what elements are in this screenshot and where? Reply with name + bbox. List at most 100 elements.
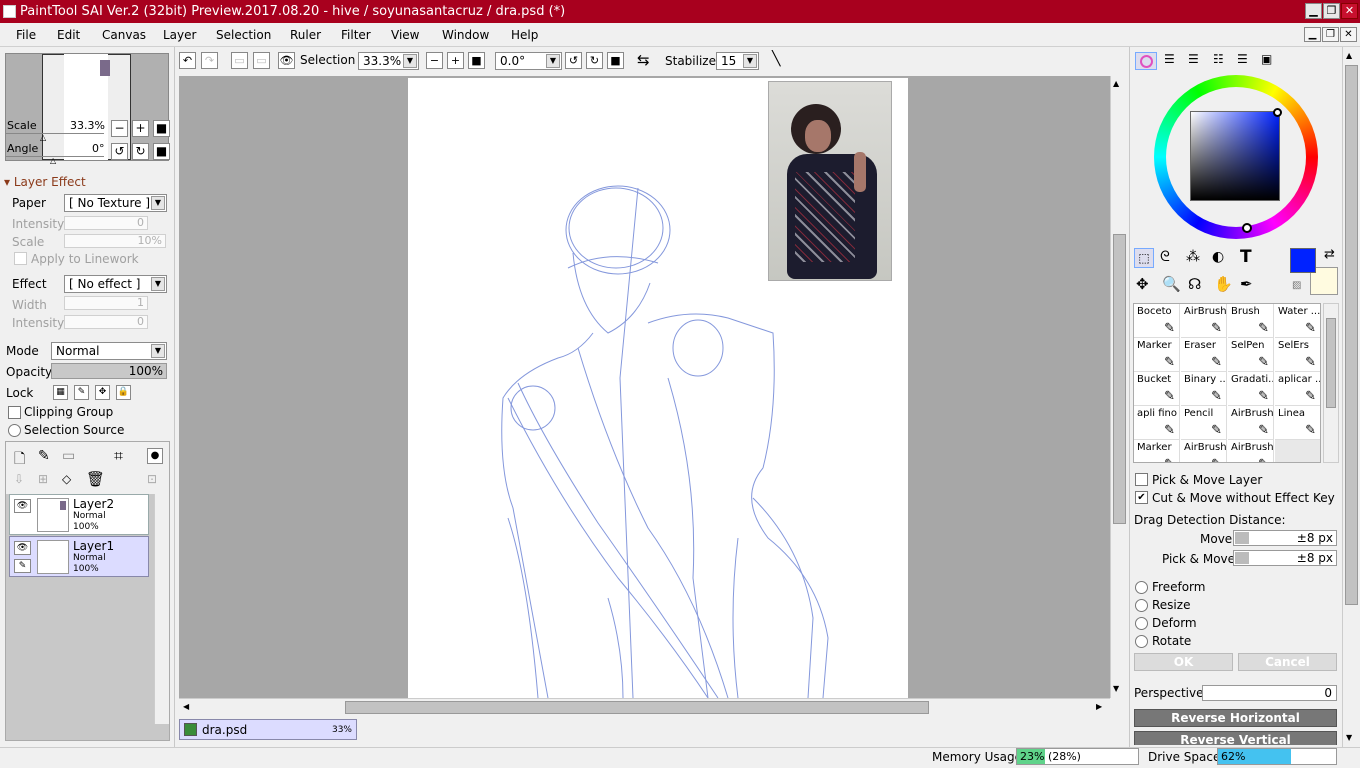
zoom-out-icon[interactable]: −: [426, 52, 443, 69]
primary-color-swatch[interactable]: [1290, 248, 1316, 273]
scroll-left-icon[interactable]: ◀: [183, 702, 189, 711]
restore-button[interactable]: ❐: [1323, 3, 1340, 19]
shape-icon[interactable]: ◐: [1212, 249, 1224, 265]
hsv-slider-tab-icon[interactable]: ☰: [1188, 52, 1199, 66]
color-wheel-tab-icon[interactable]: [1135, 52, 1157, 70]
hue-picker-handle[interactable]: [1242, 223, 1252, 233]
lock-paint-icon[interactable]: ✎: [74, 385, 89, 400]
document-tab[interactable]: dra.psd 33%: [179, 719, 357, 740]
transfer-down-icon[interactable]: ⇩: [14, 472, 24, 486]
ok-button[interactable]: OK: [1134, 653, 1233, 671]
clear-layer-icon[interactable]: ◇: [62, 472, 71, 486]
close-button[interactable]: ✕: [1341, 3, 1358, 19]
brush-slot[interactable]: AirBrush ✎: [1228, 406, 1274, 440]
deselect-icon[interactable]: ▭: [231, 52, 248, 69]
brush-slot[interactable]: Bucket ✎: [1134, 372, 1180, 406]
lock-move-icon[interactable]: ✥: [95, 385, 110, 400]
new-layer-icon[interactable]: 🗋: [14, 448, 25, 472]
lock-all-icon[interactable]: 🔒: [116, 385, 131, 400]
pencil-icon[interactable]: ✎: [14, 559, 31, 573]
brush-slot[interactable]: AirBrush ✎: [1228, 440, 1274, 462]
doc-close-button[interactable]: ✕: [1340, 27, 1357, 42]
opacity-slider[interactable]: 100%: [51, 363, 167, 379]
eye-icon[interactable]: 👁: [14, 499, 31, 513]
freeform-radio[interactable]: [1135, 581, 1148, 594]
perspective-field[interactable]: 0: [1202, 685, 1337, 701]
brush-slot[interactable]: Gradati... ✎: [1228, 372, 1274, 406]
brush-slot[interactable]: Water ... ✎: [1275, 304, 1320, 338]
eyedropper-icon[interactable]: ✒: [1240, 275, 1253, 293]
hand-icon[interactable]: ✋: [1214, 275, 1233, 293]
scale-slider[interactable]: [6, 133, 104, 134]
brush-slot[interactable]: apli fino ✎: [1134, 406, 1180, 440]
canvas-vertical-scrollbar[interactable]: ▲ ▼: [1110, 76, 1127, 698]
canvas-horizontal-scrollbar[interactable]: ◀ ▶: [179, 698, 1110, 715]
selection-visibility-icon[interactable]: 👁: [278, 52, 295, 69]
lasso-icon[interactable]: ᘓ: [1160, 249, 1170, 265]
brush-slot[interactable]: Pencil ✎: [1181, 406, 1227, 440]
rotate-tool-icon[interactable]: ☊: [1188, 275, 1201, 293]
transparent-color-icon[interactable]: ▨: [1292, 280, 1301, 291]
brush-grid-scrollbar[interactable]: [1323, 303, 1339, 463]
mask-icon[interactable]: ●: [147, 448, 163, 464]
layer-row-layer1[interactable]: 👁 ✎ Layer1 Normal 100%: [9, 536, 149, 577]
brush-slot[interactable]: Eraser ✎: [1181, 338, 1227, 372]
rotate-right-icon[interactable]: ↻: [586, 52, 603, 69]
minimize-button[interactable]: ▁: [1305, 3, 1322, 19]
move-icon[interactable]: ✥: [1136, 275, 1149, 293]
cut-move-checkbox[interactable]: ✔: [1135, 491, 1148, 504]
rect-select-icon[interactable]: ⬚: [1134, 248, 1154, 268]
zoom-out-button[interactable]: −: [111, 120, 128, 137]
cancel-button[interactable]: Cancel: [1238, 653, 1337, 671]
zoom-reset-button[interactable]: ■: [153, 120, 170, 137]
zoom-reset-icon[interactable]: ■: [468, 52, 485, 69]
menu-filter[interactable]: Filter: [341, 28, 371, 42]
zoom-tool-icon[interactable]: 🔍: [1162, 275, 1181, 293]
resize-radio[interactable]: [1135, 599, 1148, 612]
menu-help[interactable]: Help: [511, 28, 538, 42]
right-panel-scrollbar[interactable]: ▲ ▼: [1342, 47, 1360, 747]
brush-slot[interactable]: SelErs ✎: [1275, 338, 1320, 372]
scale-slider-thumb[interactable]: △: [40, 133, 46, 142]
clipping-group-checkbox[interactable]: [8, 406, 21, 419]
straight-line-icon[interactable]: ╲: [772, 51, 780, 67]
rotate-reset-icon[interactable]: ■: [607, 52, 624, 69]
brush-slot[interactable]: AirBrush ✎: [1181, 304, 1227, 338]
angle-slider-thumb[interactable]: △: [50, 156, 56, 165]
doc-minimize-button[interactable]: ▁: [1304, 27, 1321, 42]
brush-slot[interactable]: Linea ✎: [1275, 406, 1320, 440]
pick-move-layer-checkbox[interactable]: [1135, 473, 1148, 486]
brush-slot[interactable]: Marker ✎: [1134, 338, 1180, 372]
brush-slot[interactable]: Marker ✎: [1134, 440, 1180, 462]
scroll-down-icon[interactable]: ▼: [1113, 684, 1119, 693]
eye-icon[interactable]: 👁: [14, 541, 31, 555]
rotate-left-button[interactable]: ↺: [111, 143, 128, 160]
brush-slot[interactable]: Binary ... ✎: [1181, 372, 1227, 406]
reference-photo[interactable]: [768, 81, 892, 281]
new-folder-icon[interactable]: ▭: [62, 448, 75, 464]
menu-layer[interactable]: Layer: [163, 28, 196, 42]
menu-selection[interactable]: Selection: [216, 28, 271, 42]
scratchpad-tab-icon[interactable]: ☰: [1237, 52, 1248, 66]
flip-horizontal-icon[interactable]: ⇆: [637, 51, 650, 69]
magic-wand-icon[interactable]: ⁂: [1186, 249, 1200, 265]
layer-row-layer2[interactable]: 👁 Layer2 Normal 100%: [9, 494, 149, 535]
rotate-right-button[interactable]: ↻: [132, 143, 149, 160]
sv-picker-handle[interactable]: [1273, 108, 1282, 117]
scroll-right-icon[interactable]: ▶: [1096, 702, 1102, 711]
crop-icon[interactable]: ⌗: [114, 446, 123, 466]
selection-source-radio[interactable]: [8, 424, 21, 437]
swatches-tab-icon[interactable]: ☷: [1213, 52, 1224, 66]
apply-linework-checkbox[interactable]: [14, 252, 27, 265]
deform-radio[interactable]: [1135, 617, 1148, 630]
stabilizer-select[interactable]: 15 ▼: [716, 52, 759, 70]
effect-select[interactable]: [ No effect ] ▼: [64, 275, 167, 293]
vertical-scroll-thumb[interactable]: [1113, 234, 1126, 524]
layer-list-scrollbar[interactable]: [154, 494, 169, 724]
zoom-in-icon[interactable]: +: [447, 52, 464, 69]
menu-file[interactable]: File: [16, 28, 36, 42]
doc-restore-button[interactable]: ❐: [1322, 27, 1339, 42]
menu-edit[interactable]: Edit: [57, 28, 80, 42]
trash-icon[interactable]: 🗑: [86, 470, 105, 488]
undo-icon[interactable]: ↶: [179, 52, 196, 69]
